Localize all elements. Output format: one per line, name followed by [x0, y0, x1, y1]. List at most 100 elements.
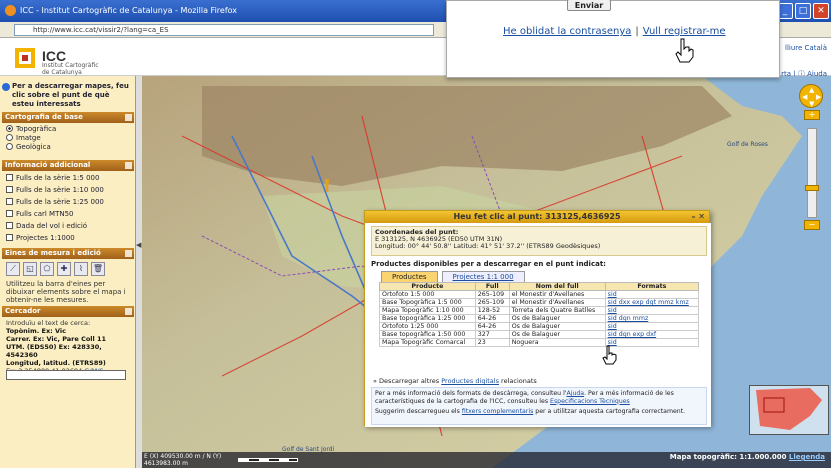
table-row: Ortofoto 1:25 000 64-26 Os de Balaguer sid [379, 322, 700, 331]
cell-formats[interactable]: sid [604, 322, 700, 331]
section-info-header[interactable]: Informació addicional [2, 160, 134, 171]
pan-right-icon[interactable]: ▶ [816, 93, 821, 101]
search-intro: Introduïu el text de cerca: [6, 319, 91, 327]
cell-name: el Monestir d'Avellanes [508, 298, 606, 307]
legend-link[interactable]: Llegenda [789, 453, 825, 461]
hand-cursor-icon [675, 38, 694, 63]
table-row: Mapa Topogràfic Comarcal 23 Noguera sid [379, 338, 700, 347]
point-icon[interactable]: ✚ [57, 262, 71, 276]
area-icon[interactable]: ◱ [23, 262, 37, 276]
collapse-icon[interactable] [125, 250, 132, 257]
language-link[interactable]: lliure Català [785, 44, 827, 52]
products-table: Producte Full Nom del full Formats Ortof… [379, 282, 700, 347]
search-input[interactable] [6, 370, 126, 380]
more-products: » Descarregar altres Productes digitals … [373, 377, 537, 385]
link-separator: | [635, 26, 639, 37]
cell-formats[interactable]: sid dgn exp dxf [604, 330, 700, 339]
cell-full: 64-26 [474, 322, 510, 331]
checkbox-icon [6, 186, 13, 193]
ajuda-link[interactable]: Ajuda [567, 390, 585, 397]
pan-control[interactable]: ▲ ▼ ◀ ▶ [799, 84, 823, 108]
register-link[interactable]: Vull registrar-me [643, 26, 726, 37]
checkbox-icon [6, 198, 13, 205]
scale-text: Mapa topogràfic: 1:1.000.000 [669, 453, 787, 461]
info-option-label: Fulls de la sèrie 1:5 000 [16, 174, 100, 182]
check-serie-5000[interactable]: Fulls de la sèrie 1:5 000 [6, 174, 99, 183]
cell-formats[interactable]: sid [604, 290, 700, 299]
map-status-bar: E (X) 409530.00 m / N (Y) 4613983.00 m M… [142, 452, 831, 468]
forgot-password-link[interactable]: He oblidat la contrasenya [503, 26, 631, 37]
collapse-icon[interactable] [125, 162, 132, 169]
product-tabs: Productes Projectes 1:1 000 [381, 271, 529, 282]
cell-formats[interactable]: sid [604, 338, 700, 347]
firefox-icon [5, 5, 16, 16]
cell-formats[interactable]: sid dxx exp dgt mmz kmz [604, 298, 700, 307]
info-option-label: Dada del vol i edició [16, 222, 88, 230]
check-serie-10000[interactable]: Fulls de la sèrie 1:10 000 [6, 186, 104, 195]
trash-icon[interactable]: 🗑 [91, 262, 105, 276]
check-mtn50[interactable]: Fulls carl MTN50 [6, 210, 74, 219]
polygon-icon[interactable]: ⬠ [40, 262, 54, 276]
zoom-out-button[interactable]: − [804, 220, 820, 230]
cell-full: 265-109 [474, 290, 510, 299]
download-hint: Per a descarregar mapes, feu clic sobre … [2, 82, 130, 109]
cell-formats[interactable]: sid [604, 306, 700, 315]
check-projectes[interactable]: Projectes 1:1000 [6, 234, 75, 243]
section-search-header[interactable]: Cercador [2, 306, 134, 317]
cell-product: Base Topogràfica 1:5 000 [379, 298, 476, 307]
collapse-icon[interactable] [125, 114, 132, 121]
search-toponim: Topònim. Ex: Vic [6, 327, 67, 335]
check-vol[interactable]: Dada del vol i edició [6, 222, 87, 231]
collapse-icon[interactable] [125, 308, 132, 315]
base-option-label: Geològica [16, 143, 51, 151]
radio-imatge[interactable]: Imatge [6, 134, 41, 143]
info-option-label: Fulls de la sèrie 1:10 000 [16, 186, 104, 194]
chevron-left-icon[interactable]: ◀ [136, 241, 141, 249]
radio-geologica[interactable]: Geològica [6, 143, 51, 152]
profile-icon[interactable]: ⌇ [74, 262, 88, 276]
map-label-golf-roses: Golf de Roses [727, 141, 768, 148]
check-serie-25000[interactable]: Fulls de la sèrie 1:25 000 [6, 198, 104, 207]
scale-info: Mapa topogràfic: 1:1.000.000 Llegenda [670, 453, 825, 461]
overview-map[interactable] [749, 385, 829, 435]
section-base-header[interactable]: Cartografia de base [2, 112, 134, 123]
table-row: Ortofoto 1:5 000 265-109 el Monestir d'Ave… [379, 290, 700, 299]
complementary-files-link[interactable]: fitxers complementaris [462, 408, 533, 415]
zoom-in-button[interactable]: + [804, 110, 820, 120]
popup-close-icon[interactable]: – ✕ [692, 211, 706, 223]
radio-off-icon [6, 134, 13, 141]
maximize-button[interactable]: □ [795, 3, 811, 19]
checkbox-icon [6, 174, 13, 181]
popup-titlebar[interactable]: Heu fet clic al punt: 313125,4636925 – ✕ [365, 211, 709, 223]
coord-longlat: Longitud: 00° 44' 50.8'' Latitud: 41° 51… [375, 242, 601, 250]
tab-productes[interactable]: Productes [381, 271, 438, 282]
pan-up-icon[interactable]: ▲ [809, 86, 814, 94]
pan-left-icon[interactable]: ◀ [802, 93, 807, 101]
cell-product: Mapa Topogràfic 1:10 000 [379, 306, 476, 315]
zoom-slider-knob[interactable] [805, 185, 819, 191]
section-measure-header[interactable]: Eines de mesura i edició [2, 248, 134, 259]
search-help: Introduïu el text de cerca: Topònim. Ex:… [6, 319, 132, 375]
search-longlat: Longitud, latitud. (ETRS89) [6, 359, 106, 367]
table-row: Base topogràfica 1:25 000 64-26 Os de Bala… [379, 314, 700, 323]
sidebar: Per a descarregar mapes, feu clic sobre … [0, 76, 136, 468]
hand-cursor-icon [602, 345, 617, 365]
cell-full: 128-52 [474, 306, 510, 315]
tab-projectes[interactable]: Projectes 1:1 000 [441, 271, 525, 282]
enviar-button[interactable]: Enviar [567, 0, 611, 11]
zoom-slider[interactable] [805, 128, 819, 218]
pan-down-icon[interactable]: ▼ [809, 100, 814, 108]
cell-product: Base topogràfica 1:25 000 [379, 314, 476, 323]
close-button[interactable]: ✕ [813, 3, 829, 19]
download-popup: Heu fet clic al punt: 313125,4636925 – ✕… [364, 210, 711, 427]
section-base-title: Cartografia de base [5, 113, 83, 121]
popup-body: Coordenades del punt: E 313125, N 463692… [365, 223, 711, 427]
ruler-icon[interactable]: ⟋ [6, 262, 20, 276]
radio-topografica[interactable]: Topogràfica [6, 125, 56, 134]
section-search-title: Cercador [5, 307, 41, 315]
cell-formats[interactable]: sid dgn mmz [604, 314, 700, 323]
specs-link[interactable]: Especificacions Tècniques [550, 398, 630, 405]
digital-products-link[interactable]: Productes digitals [441, 377, 499, 385]
url-input[interactable]: http://www.icc.cat/vissir2/?lang=ca_ES [14, 24, 434, 36]
cell-full: 64-26 [474, 314, 510, 323]
